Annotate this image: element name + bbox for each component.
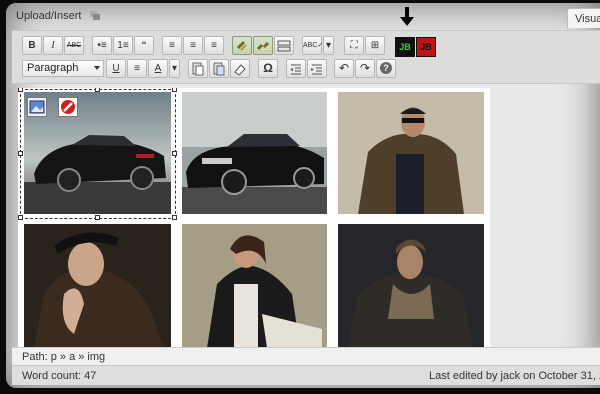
man-scarf-photo	[338, 224, 484, 348]
more-tag-icon	[277, 40, 291, 52]
status-bar: Word count: 47 Last edited by jack on Oc…	[12, 365, 600, 385]
unlink-button[interactable]	[253, 36, 273, 55]
outdent-icon	[290, 64, 301, 75]
resize-handle[interactable]	[18, 88, 23, 92]
paste-text-button[interactable]	[188, 59, 208, 78]
insert-more-button[interactable]	[274, 36, 294, 55]
man-sunglasses-photo	[338, 92, 484, 214]
resize-handle[interactable]	[172, 151, 177, 156]
editor-content[interactable]	[18, 88, 490, 348]
special-character-button[interactable]: Ω	[258, 59, 278, 78]
italic-button[interactable]: I	[43, 36, 63, 55]
spellcheck-dropdown[interactable]: ▾	[323, 36, 334, 55]
paste-word-button[interactable]	[209, 59, 229, 78]
align-left-button[interactable]: ≡	[162, 36, 182, 55]
last-edited: Last edited by jack on October 31, 2012	[429, 370, 600, 382]
remove-format-button[interactable]	[230, 59, 250, 78]
indent-button[interactable]	[307, 59, 327, 78]
delete-image-button[interactable]	[58, 97, 78, 117]
jb-green-button[interactable]: JB	[395, 37, 415, 57]
bullet-list-button[interactable]: •≡	[92, 36, 112, 55]
word-count: Word count: 47	[22, 370, 97, 382]
resize-handle[interactable]	[172, 215, 177, 220]
resize-handle[interactable]	[95, 215, 100, 220]
gallery-image-woman-hat[interactable]	[24, 224, 171, 348]
align-center-button[interactable]: ≡	[183, 36, 203, 55]
numbered-list-button[interactable]: 1≡	[113, 36, 133, 55]
gallery-image-man-scarf[interactable]	[338, 224, 484, 348]
woman-jacket-photo	[182, 224, 327, 348]
align-right-button[interactable]: ≡	[204, 36, 224, 55]
bold-button[interactable]: B	[22, 36, 42, 55]
element-path: Path: p » a » img	[12, 347, 600, 365]
text-color-dropdown[interactable]: ▾	[169, 59, 180, 78]
post-editor: Upload/Insert Visua B I ABC •≡ 1≡ “ ≡ ≡ …	[6, 3, 600, 388]
woman-hat-photo	[24, 224, 171, 348]
image-icon	[29, 100, 45, 114]
fullscreen-icon: ⛶	[350, 40, 358, 51]
upload-insert-label: Upload/Insert	[16, 10, 82, 22]
eraser-icon	[234, 64, 246, 76]
format-select-value: Paragraph	[27, 62, 79, 74]
screen-frame: Upload/Insert Visua B I ABC •≡ 1≡ “ ≡ ≡ …	[0, 0, 600, 394]
resize-handle[interactable]	[18, 215, 23, 220]
edit-image-button[interactable]	[27, 97, 47, 117]
strikethrough-button[interactable]: ABC	[64, 36, 84, 55]
unlink-icon	[256, 41, 270, 51]
indent-icon	[311, 64, 322, 75]
outdent-button[interactable]	[286, 59, 306, 78]
gallery-image-woman-jacket[interactable]	[182, 224, 327, 348]
car-front-photo	[182, 92, 327, 214]
resize-handle[interactable]	[172, 88, 177, 92]
resize-handle[interactable]	[18, 151, 23, 156]
jb-red-button[interactable]: JB	[416, 37, 436, 57]
help-button[interactable]: ?	[376, 59, 396, 78]
blockquote-button[interactable]: “	[134, 36, 154, 55]
underline-button[interactable]: U	[106, 59, 126, 78]
undo-button[interactable]: ↶	[334, 59, 354, 78]
format-select[interactable]: Paragraph	[22, 60, 104, 77]
spellcheck-icon: ABC✓	[303, 42, 324, 49]
gallery-image-car-front[interactable]	[182, 92, 327, 214]
text-color-button[interactable]: A	[148, 59, 168, 78]
resize-handle[interactable]	[95, 88, 100, 92]
redo-button[interactable]: ↷	[355, 59, 375, 78]
tab-visual[interactable]: Visua	[567, 8, 600, 28]
insert-link-button[interactable]	[232, 36, 252, 55]
upload-insert-link[interactable]: Upload/Insert	[16, 10, 101, 22]
kitchen-sink-button[interactable]: ⊞	[365, 36, 385, 55]
justify-button[interactable]: ≡	[127, 59, 147, 78]
chevron-down-icon	[94, 66, 100, 70]
paste-text-icon	[192, 62, 204, 76]
delete-icon	[61, 100, 75, 114]
help-icon: ?	[380, 62, 392, 74]
spellcheck-button[interactable]: ABC✓	[302, 36, 324, 55]
link-icon	[236, 40, 247, 51]
fullscreen-button[interactable]: ⛶	[344, 36, 364, 55]
media-icon	[89, 11, 100, 21]
editor-toolbar: B I ABC •≡ 1≡ “ ≡ ≡ ≡ ABC✓ ▾ ⛶ ⊞ JB JB P	[12, 30, 600, 84]
down-arrow-icon	[400, 7, 414, 26]
gallery-image-man-sunglasses[interactable]	[338, 92, 484, 214]
kitchen-sink-icon: ⊞	[370, 40, 380, 51]
paste-word-icon	[213, 62, 225, 76]
